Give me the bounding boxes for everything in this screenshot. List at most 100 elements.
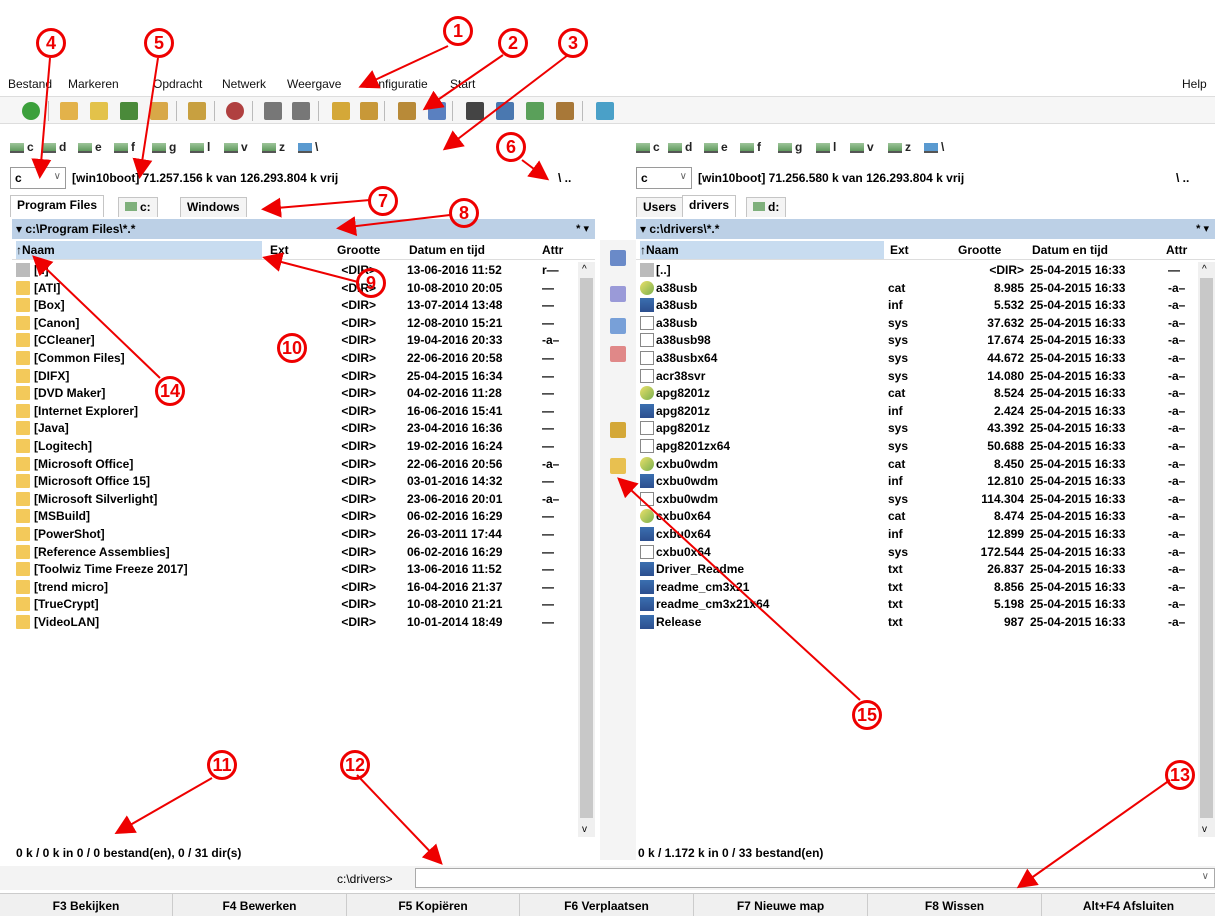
- file-row[interactable]: [TrueCrypt] <DIR> 10-08-2010 21:21 —: [12, 596, 578, 613]
- right-root-parent-buttons[interactable]: \ ..: [1176, 171, 1189, 185]
- file-row[interactable]: [..] <DIR> 25-04-2015 16:33 —: [636, 262, 1198, 279]
- f5-copy-button[interactable]: F5 Kopiëren: [347, 894, 520, 916]
- tab-drivers[interactable]: drivers: [682, 195, 737, 217]
- drive-button-l[interactable]: l: [190, 140, 210, 154]
- drive-button-root[interactable]: \: [924, 140, 944, 154]
- file-row[interactable]: [Box] <DIR> 13-07-2014 13:48 —: [12, 297, 578, 314]
- file-row[interactable]: apg8201zx64 sys 50.688 25-04-2015 16:33 -a–: [636, 438, 1198, 455]
- scroll-up-icon[interactable]: ^: [1202, 264, 1207, 275]
- drive-button-e[interactable]: e: [704, 140, 728, 154]
- file-row[interactable]: acr38svr sys 14.080 25-04-2015 16:33 -a–: [636, 368, 1198, 385]
- drive-button-l[interactable]: l: [816, 140, 836, 154]
- drive-button-d[interactable]: d: [668, 140, 692, 154]
- select-icon[interactable]: [226, 102, 244, 120]
- file-row[interactable]: [Canon] <DIR> 12-08-2010 15:21 —: [12, 315, 578, 332]
- forward-arrow-icon[interactable]: [292, 102, 310, 120]
- tab-d-drive[interactable]: d:: [746, 197, 787, 217]
- column-header-attr[interactable]: Attr: [542, 243, 563, 257]
- file-row[interactable]: cxbu0x64 inf 12.899 25-04-2015 16:33 -a–: [636, 526, 1198, 543]
- ftp-icon[interactable]: [398, 102, 416, 120]
- file-row[interactable]: [..] <DIR> 13-06-2016 11:52 r—: [12, 262, 578, 279]
- multi-rename-icon[interactable]: [496, 102, 514, 120]
- left-filter-button[interactable]: * ▾: [576, 222, 589, 235]
- url-icon[interactable]: [428, 102, 446, 120]
- column-header-attr[interactable]: Attr: [1166, 243, 1187, 257]
- drive-button-d[interactable]: d: [42, 140, 66, 154]
- menu-weergave[interactable]: Weergave: [287, 77, 341, 91]
- column-header-ext[interactable]: Ext: [270, 243, 289, 257]
- f4-edit-button[interactable]: F4 Bewerken: [173, 894, 347, 916]
- scroll-thumb[interactable]: [1200, 278, 1213, 818]
- file-row[interactable]: cxbu0wdm sys 114.304 25-04-2015 16:33 -a–: [636, 491, 1198, 508]
- drive-button-f[interactable]: f: [740, 140, 761, 154]
- menu-netwerk[interactable]: Netwerk: [222, 77, 266, 91]
- menu-markeren[interactable]: Markeren: [68, 77, 119, 91]
- sync-dirs-icon[interactable]: [526, 102, 544, 120]
- file-row[interactable]: apg8201z cat 8.524 25-04-2015 16:33 -a–: [636, 385, 1198, 402]
- file-row[interactable]: [Internet Explorer] <DIR> 16-06-2016 15:41…: [12, 403, 578, 420]
- column-header-name[interactable]: ↑Naam: [640, 243, 679, 257]
- menu-opdracht[interactable]: Opdracht: [153, 77, 202, 91]
- drive-button-c[interactable]: c: [636, 140, 660, 154]
- tab-program-files[interactable]: Program Files: [10, 195, 105, 217]
- notepad-icon[interactable]: [596, 102, 614, 120]
- file-row[interactable]: [MSBuild] <DIR> 06-02-2016 16:29 —: [12, 508, 578, 525]
- thumbnail-view-icon[interactable]: [120, 102, 138, 120]
- column-header-date[interactable]: Datum en tijd: [1032, 243, 1108, 257]
- right-drive-select[interactable]: c ∨: [636, 167, 692, 189]
- drive-button-z[interactable]: z: [888, 140, 911, 154]
- file-row[interactable]: [Microsoft Silverlight] <DIR> 23-06-2016 2…: [12, 491, 578, 508]
- search-icon[interactable]: [466, 102, 484, 120]
- drive-button-v[interactable]: v: [224, 140, 248, 154]
- column-header-date[interactable]: Datum en tijd: [409, 243, 485, 257]
- file-row[interactable]: apg8201z inf 2.424 25-04-2015 16:33 -a–: [636, 403, 1198, 420]
- file-row[interactable]: [Reference Assemblies] <DIR> 06-02-2016 16…: [12, 544, 578, 561]
- view-icon[interactable]: [610, 250, 626, 266]
- left-scrollbar[interactable]: ^ v: [578, 262, 595, 837]
- right-file-list[interactable]: [..] <DIR> 25-04-2015 16:33 — a38usb cat 8.985…: [636, 262, 1198, 837]
- invert-selection-icon[interactable]: [188, 102, 206, 120]
- tab-users[interactable]: Users: [636, 197, 684, 217]
- file-row[interactable]: Release txt 987 25-04-2015 16:33 -a–: [636, 614, 1198, 631]
- tree-view-icon[interactable]: [150, 102, 168, 120]
- file-row[interactable]: a38usb sys 37.632 25-04-2015 16:33 -a–: [636, 315, 1198, 332]
- scroll-down-icon[interactable]: v: [582, 824, 587, 835]
- move-icon[interactable]: [610, 346, 626, 362]
- left-drive-select[interactable]: c ∨: [10, 167, 66, 189]
- scroll-up-icon[interactable]: ^: [582, 264, 587, 275]
- menu-help[interactable]: Help: [1182, 77, 1207, 91]
- tab-windows[interactable]: Windows: [180, 197, 247, 217]
- command-line-input[interactable]: [415, 868, 1215, 888]
- edit-icon[interactable]: [610, 286, 626, 302]
- file-row[interactable]: [DVD Maker] <DIR> 04-02-2016 11:28 —: [12, 385, 578, 402]
- file-row[interactable]: a38usbx64 sys 44.672 25-04-2015 16:33 -a–: [636, 350, 1198, 367]
- drive-button-z[interactable]: z: [262, 140, 285, 154]
- file-row[interactable]: [PowerShot] <DIR> 26-03-2011 17:44 —: [12, 526, 578, 543]
- drive-button-g[interactable]: g: [778, 140, 802, 154]
- file-row[interactable]: [DIFX] <DIR> 25-04-2015 16:34 —: [12, 368, 578, 385]
- drive-button-f[interactable]: f: [114, 140, 135, 154]
- pack-icon[interactable]: [332, 102, 350, 120]
- file-row[interactable]: cxbu0wdm inf 12.810 25-04-2015 16:33 -a–: [636, 473, 1198, 490]
- file-row[interactable]: a38usb cat 8.985 25-04-2015 16:33 -a–: [636, 280, 1198, 297]
- refresh-icon[interactable]: [22, 102, 40, 120]
- compare-icon[interactable]: [556, 102, 574, 120]
- menu-bestand[interactable]: Bestand: [8, 77, 52, 91]
- file-row[interactable]: [Java] <DIR> 23-04-2016 16:36 —: [12, 420, 578, 437]
- drive-button-g[interactable]: g: [152, 140, 176, 154]
- full-view-icon[interactable]: [90, 102, 108, 120]
- file-row[interactable]: readme_cm3x21 txt 8.856 25-04-2015 16:33 -a–: [636, 579, 1198, 596]
- file-row[interactable]: Driver_Readme txt 26.837 25-04-2015 16:33 -a…: [636, 561, 1198, 578]
- f7-new-folder-button[interactable]: F7 Nieuwe map: [694, 894, 868, 916]
- alt-f4-exit-button[interactable]: Alt+F4 Afsluiten: [1042, 894, 1215, 916]
- new-folder-icon[interactable]: [610, 458, 626, 474]
- back-arrow-icon[interactable]: [264, 102, 282, 120]
- file-row[interactable]: a38usb98 sys 17.674 25-04-2015 16:33 -a–: [636, 332, 1198, 349]
- scroll-thumb[interactable]: [580, 278, 593, 818]
- file-row[interactable]: [Logitech] <DIR> 19-02-2016 16:24 —: [12, 438, 578, 455]
- file-row[interactable]: cxbu0wdm cat 8.450 25-04-2015 16:33 -a–: [636, 456, 1198, 473]
- chevron-down-icon[interactable]: ∨: [1202, 871, 1209, 882]
- drive-button-c[interactable]: c: [10, 140, 34, 154]
- file-row[interactable]: [trend micro] <DIR> 16-04-2016 21:37 —: [12, 579, 578, 596]
- column-header-size[interactable]: Grootte: [958, 243, 1001, 257]
